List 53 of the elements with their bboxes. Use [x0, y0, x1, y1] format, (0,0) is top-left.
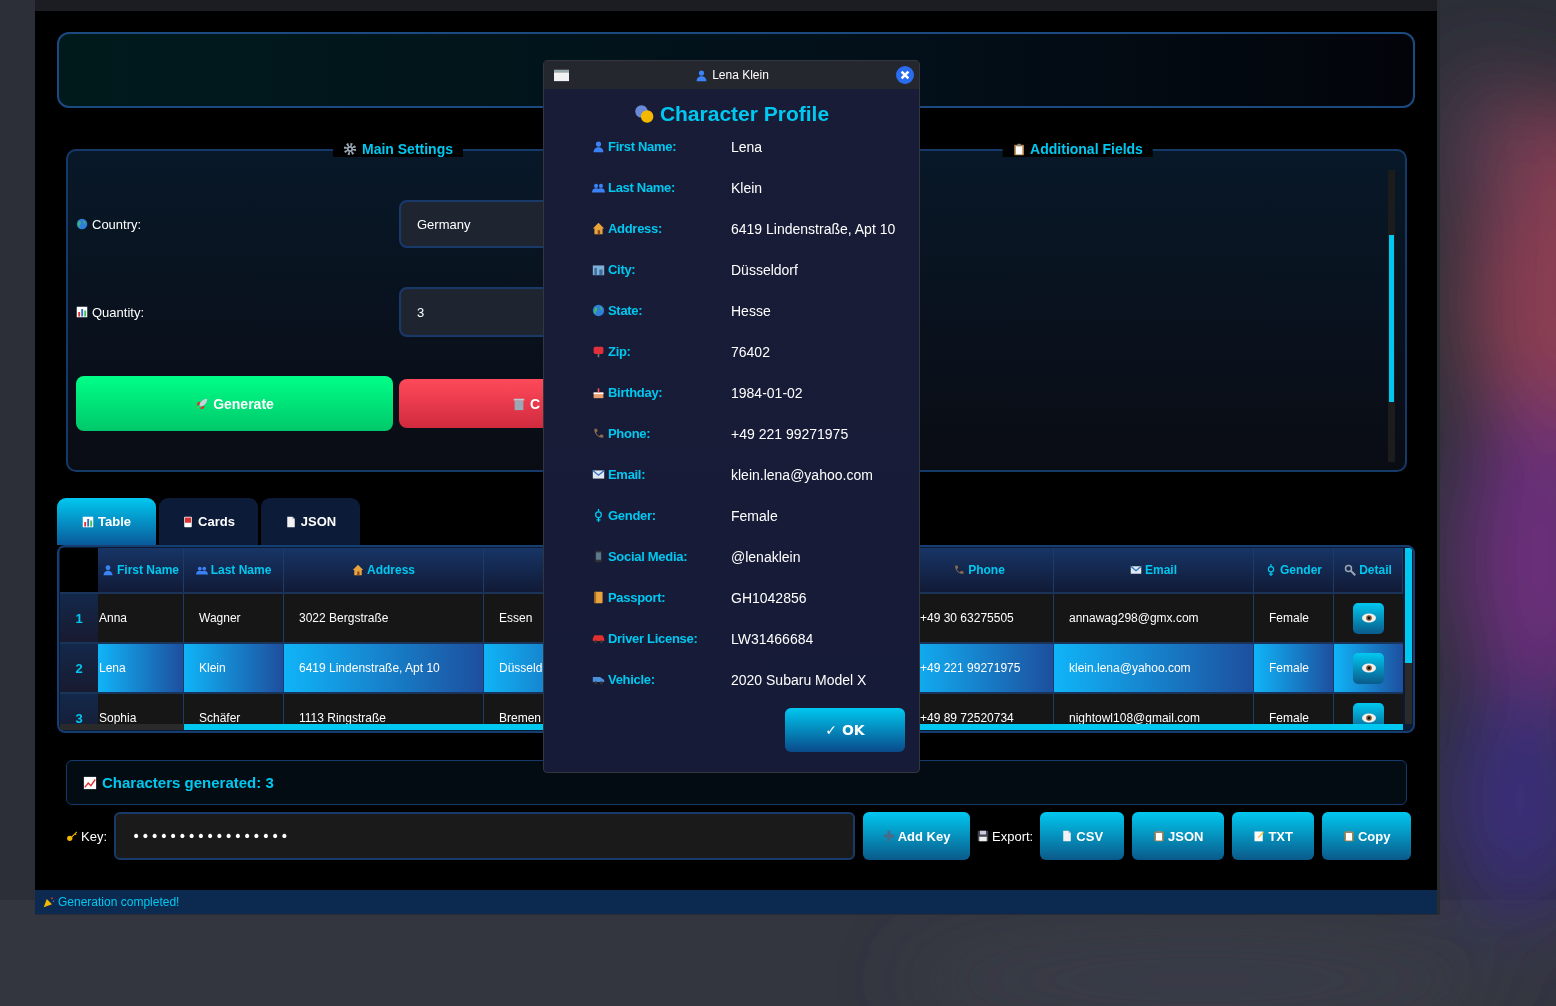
table-cell: nightowl108@gmail.com: [1054, 692, 1254, 724]
field-value: Klein: [731, 178, 764, 198]
group-title: Main Settings: [333, 141, 463, 157]
table-cell: Wagner: [184, 592, 284, 642]
key-label: Key:: [66, 828, 107, 844]
group-title: Additional Fields: [1002, 141, 1153, 157]
status-text: Generation completed!: [58, 895, 180, 909]
row-number: 3: [60, 692, 98, 724]
table-cell: Female: [1254, 642, 1334, 692]
field-label: Social Media:: [592, 536, 731, 577]
field-label: Quantity:: [76, 287, 393, 337]
row-number: 1: [60, 592, 98, 642]
table-cell: 3022 Bergstraße: [284, 592, 484, 642]
table-cell: Klein: [184, 642, 284, 692]
field-label: Email:: [592, 454, 731, 495]
table-cell: Anna: [98, 592, 184, 642]
table-cell: Female: [1254, 592, 1334, 642]
table-cell: Sophia: [98, 692, 184, 724]
table-cell: Female: [1254, 692, 1334, 724]
field-label: Last Name:: [592, 167, 731, 208]
table-cell: klein.lena@yahoo.com: [1054, 642, 1254, 692]
table-cell: Lena: [98, 642, 184, 692]
stats-text: Characters generated: 3: [102, 774, 274, 791]
dialog-title: Lena Klein: [695, 68, 769, 82]
field-value: Düsseldorf: [731, 260, 799, 280]
field-value: 1984-01-02: [731, 383, 804, 403]
table-cell: Schäfer: [184, 692, 284, 724]
table-cell: annawag298@gmx.com: [1054, 592, 1254, 642]
field-value: 6419 Lindenstraße, Apt 10: [731, 219, 897, 239]
field-label: Phone:: [592, 413, 731, 454]
field-label: City:: [592, 249, 731, 290]
field-label: Zip:: [592, 331, 731, 372]
field-value: 2020 Subaru Model X: [731, 670, 868, 690]
field-label: State:: [592, 290, 731, 331]
export-label: Export:: [977, 828, 1034, 844]
table-cell: 6419 Lindenstraße, Apt 10: [284, 642, 484, 692]
field-value: Female: [731, 506, 779, 526]
field-label: Address:: [592, 208, 731, 249]
field-value: Hesse: [731, 301, 772, 321]
field-label: Birthday:: [592, 372, 731, 413]
field-value: 76402: [731, 342, 771, 362]
field-label: First Name:: [592, 126, 731, 167]
field-label: Country:: [76, 200, 393, 248]
field-value: Lena: [731, 137, 764, 157]
field-value: LW31466684: [731, 629, 815, 649]
field-label: Gender:: [592, 495, 731, 536]
field-value: GH1042856: [731, 588, 808, 608]
row-number: 2: [60, 642, 98, 692]
field-value: @lenaklein: [731, 547, 802, 567]
table-cell: 1113 Ringstraße: [284, 692, 484, 724]
field-value: klein.lena@yahoo.com: [731, 465, 874, 485]
dialog-heading: Character Profile: [544, 102, 919, 126]
field-value: +49 221 99271975: [731, 424, 850, 444]
